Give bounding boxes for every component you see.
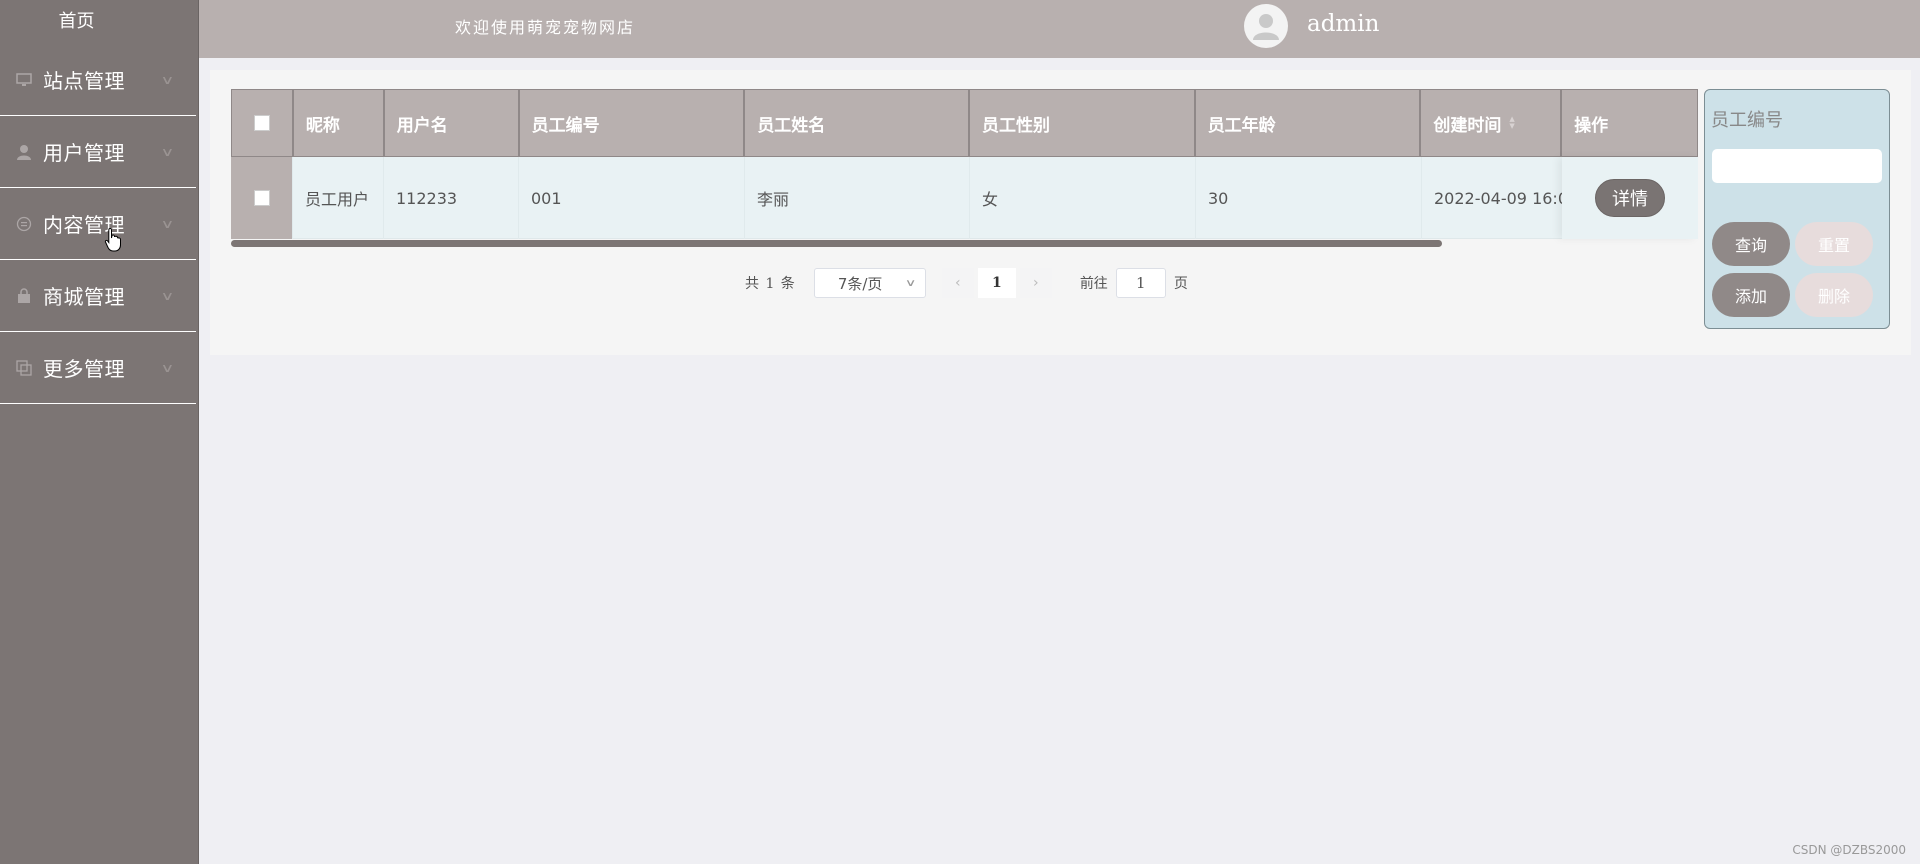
- cell-gender: 女: [970, 157, 1196, 239]
- sidebar-item-site-management[interactable]: 站点管理 ∨: [0, 44, 196, 116]
- fixed-actions-cell: 详情: [1562, 157, 1698, 239]
- employee-table: 昵称 用户名 员工编号 员工姓名 员工性别 员工年龄 创建时间 ▲ ▼ 操作 员工…: [231, 89, 1698, 239]
- search-panel: 员工编号 查询 重置 添加 删除: [1704, 89, 1890, 329]
- detail-button[interactable]: 详情: [1595, 179, 1665, 217]
- cell-employee-no: 001: [519, 157, 745, 239]
- row-checkbox[interactable]: [253, 190, 270, 206]
- user-avatar-icon: [1253, 14, 1279, 40]
- chevron-down-icon: ∨: [160, 144, 175, 159]
- sidebar-item-label: 商城管理: [43, 285, 125, 309]
- top-header: 欢迎使用萌宠宠物网店 admin: [199, 0, 1920, 58]
- hand-cursor-icon: [104, 228, 121, 252]
- page-size-value: 7条/页: [837, 274, 883, 293]
- page-jump-input[interactable]: 1: [1115, 268, 1166, 298]
- employee-no-input[interactable]: [1712, 149, 1882, 183]
- chevron-left-icon: ‹: [955, 275, 961, 291]
- column-header-actions: 操作: [1574, 115, 1609, 136]
- sidebar: 首页 站点管理 ∨ 用户管理 ∨ 内容管理 ∨ 商城管理 ∨ 更多管理 ∨: [0, 0, 199, 864]
- chevron-down-icon: ∨: [160, 72, 175, 87]
- sidebar-item-label: 用户管理: [43, 141, 125, 165]
- select-all-cell: [232, 90, 294, 156]
- pagination-total: 共 1 条: [745, 276, 796, 292]
- chat-icon: [14, 215, 34, 233]
- table-header: 昵称 用户名 员工编号 员工姓名 员工性别 员工年龄 创建时间 ▲ ▼ 操作: [231, 89, 1698, 157]
- column-header-employee-no: 员工编号: [520, 90, 746, 156]
- cell-created-time: 2022-04-09 16:0: [1422, 157, 1563, 239]
- column-header-label: 创建时间: [1433, 115, 1502, 136]
- monitor-icon: [14, 71, 34, 89]
- row-select-cell: [231, 157, 293, 239]
- page-jump: 前往 1 页: [1080, 268, 1188, 298]
- column-header-gender: 员工性别: [970, 90, 1196, 156]
- page-jump-suffix: 页: [1173, 276, 1188, 292]
- next-page-button[interactable]: ›: [1019, 268, 1052, 298]
- sort-icon[interactable]: ▲ ▼: [1509, 116, 1514, 130]
- watermark: CSDN @DZBS2000: [1792, 843, 1906, 857]
- cell-age: 30: [1196, 157, 1422, 239]
- horizontal-scrollbar[interactable]: [231, 240, 1442, 247]
- avatar[interactable]: [1244, 4, 1288, 48]
- user-icon: [14, 143, 34, 161]
- chevron-down-icon: ∨: [160, 216, 175, 231]
- cell-username: 112233: [384, 157, 519, 239]
- select-all-checkbox[interactable]: [253, 115, 270, 131]
- prev-page-button[interactable]: ‹: [941, 268, 974, 298]
- table-row: 员工用户 112233 001 李丽 女 30 2022-04-09 16:0: [231, 157, 1698, 239]
- chevron-right-icon: ›: [1033, 275, 1039, 291]
- cell-employee-name: 李丽: [745, 157, 970, 239]
- welcome-text: 欢迎使用萌宠宠物网店: [455, 18, 636, 37]
- shopping-bag-icon: [14, 287, 34, 305]
- query-button[interactable]: 查询: [1712, 222, 1790, 266]
- chevron-down-icon: ∨: [905, 277, 918, 289]
- column-header-age: 员工年龄: [1196, 90, 1422, 156]
- delete-button[interactable]: 删除: [1795, 273, 1873, 317]
- page-size-select[interactable]: 7条/页 ∨: [813, 268, 926, 298]
- column-header-nickname: 昵称: [294, 90, 385, 156]
- sidebar-item-user-management[interactable]: 用户管理 ∨: [0, 116, 196, 188]
- chevron-down-icon: ∨: [160, 360, 175, 375]
- sidebar-item-more-management[interactable]: 更多管理 ∨: [0, 332, 196, 404]
- add-button[interactable]: 添加: [1712, 273, 1790, 317]
- chevron-down-icon: ∨: [160, 288, 175, 303]
- sidebar-item-content-management[interactable]: 内容管理 ∨: [0, 188, 196, 260]
- page-jump-prefix: 前往: [1079, 276, 1108, 292]
- sidebar-item-label: 站点管理: [43, 69, 125, 93]
- username-label[interactable]: admin: [1307, 11, 1379, 37]
- copy-icon: [14, 359, 34, 377]
- column-header-username: 用户名: [385, 90, 520, 156]
- page-number-current[interactable]: 1: [977, 268, 1016, 298]
- sidebar-item-mall-management[interactable]: 商城管理 ∨: [0, 260, 196, 332]
- sidebar-home[interactable]: 首页: [0, 0, 153, 44]
- employee-no-label: 员工编号: [1711, 110, 1783, 131]
- pagination: 共 1 条 7条/页 ∨ ‹ 1 › 前往 1 页: [745, 268, 1188, 298]
- reset-button[interactable]: 重置: [1795, 222, 1873, 266]
- column-header-employee-name: 员工姓名: [745, 90, 970, 156]
- cell-nickname: 员工用户: [293, 157, 384, 239]
- column-header-created-time[interactable]: 创建时间 ▲ ▼: [1421, 90, 1563, 156]
- sidebar-item-label: 更多管理: [43, 357, 125, 381]
